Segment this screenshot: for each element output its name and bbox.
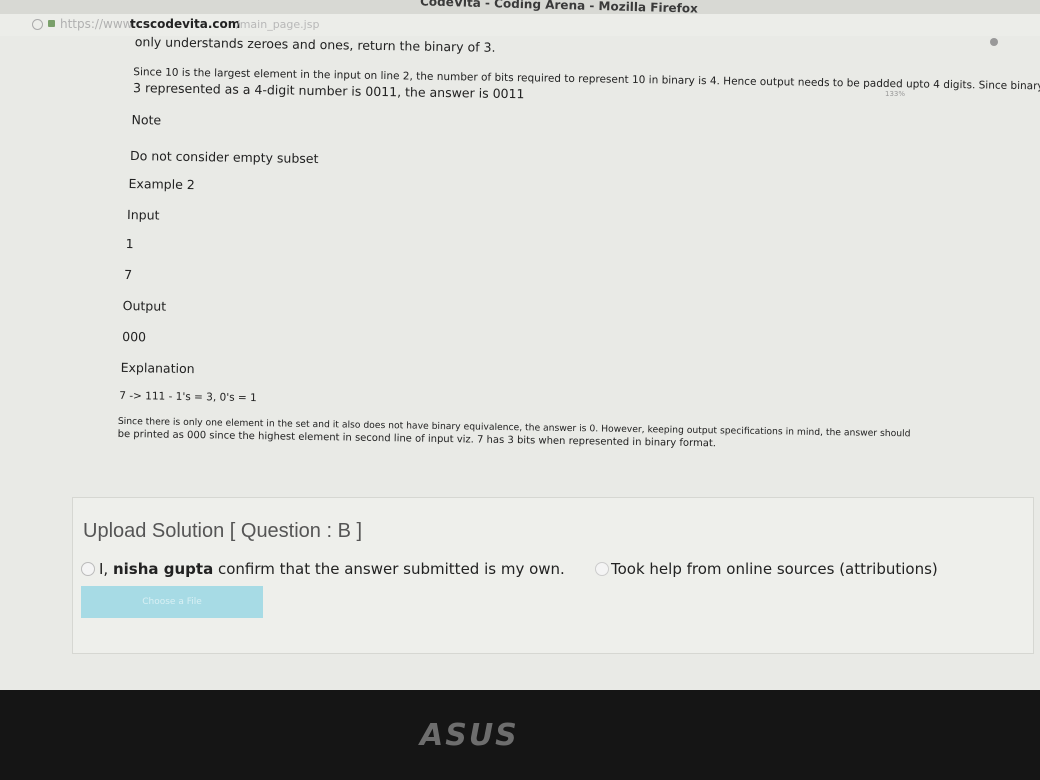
note-text: Do not consider empty subset — [129, 148, 319, 167]
brand-logo: ASUS — [420, 718, 519, 753]
confirm-own-label[interactable]: I, nisha gupta confirm that the answer s… — [99, 560, 565, 578]
input-line-2: 7 — [124, 266, 133, 283]
laptop-screen: CodeVita - Coding Arena - Mozilla Firefo… — [0, 0, 1040, 690]
address-bar[interactable]: https://www. tcscodevita.com /main_page.… — [0, 14, 1040, 36]
explanation-label: Explanation — [120, 359, 195, 377]
upload-heading: Upload Solution [ Question : B ] — [83, 520, 363, 542]
output-label: Output — [122, 297, 167, 314]
laptop-bezel: ASUS — [0, 690, 1040, 780]
input-label: Input — [126, 207, 160, 223]
user-name: nisha gupta — [112, 560, 214, 578]
confirm-suffix: confirm that the answer submitted is my … — [213, 560, 565, 578]
window-titlebar: CodeVita - Coding Arena - Mozilla Firefo… — [0, 0, 1040, 16]
confirm-prefix: I, — [99, 560, 113, 578]
lock-icon — [48, 20, 55, 27]
input-line-1: 1 — [125, 236, 134, 252]
url-path: /main_page.jsp — [236, 18, 320, 31]
binary-line: only understands zeroes and ones, return… — [134, 34, 496, 55]
online-help-radio[interactable] — [595, 562, 609, 576]
example-label: Example 2 — [128, 176, 195, 193]
url-domain: tcscodevita.com — [130, 17, 241, 31]
upload-solution-panel: Upload Solution [ Question : B ] I, nish… — [72, 497, 1034, 654]
zoom-level[interactable]: 133% — [885, 90, 905, 98]
output-value: 000 — [122, 328, 147, 345]
url-prefix: https://www. — [60, 17, 136, 31]
choose-file-button[interactable]: Choose a File — [81, 586, 263, 618]
browser-menu-icon[interactable] — [990, 38, 998, 46]
online-help-label[interactable]: Took help from online sources (attributi… — [611, 560, 938, 578]
explanation-calc: 7 -> 111 - 1's = 3, 0's = 1 — [119, 389, 257, 405]
own-answer-radio[interactable] — [81, 562, 95, 576]
note-label: Note — [131, 112, 162, 128]
back-arrow-icon[interactable] — [32, 19, 43, 30]
